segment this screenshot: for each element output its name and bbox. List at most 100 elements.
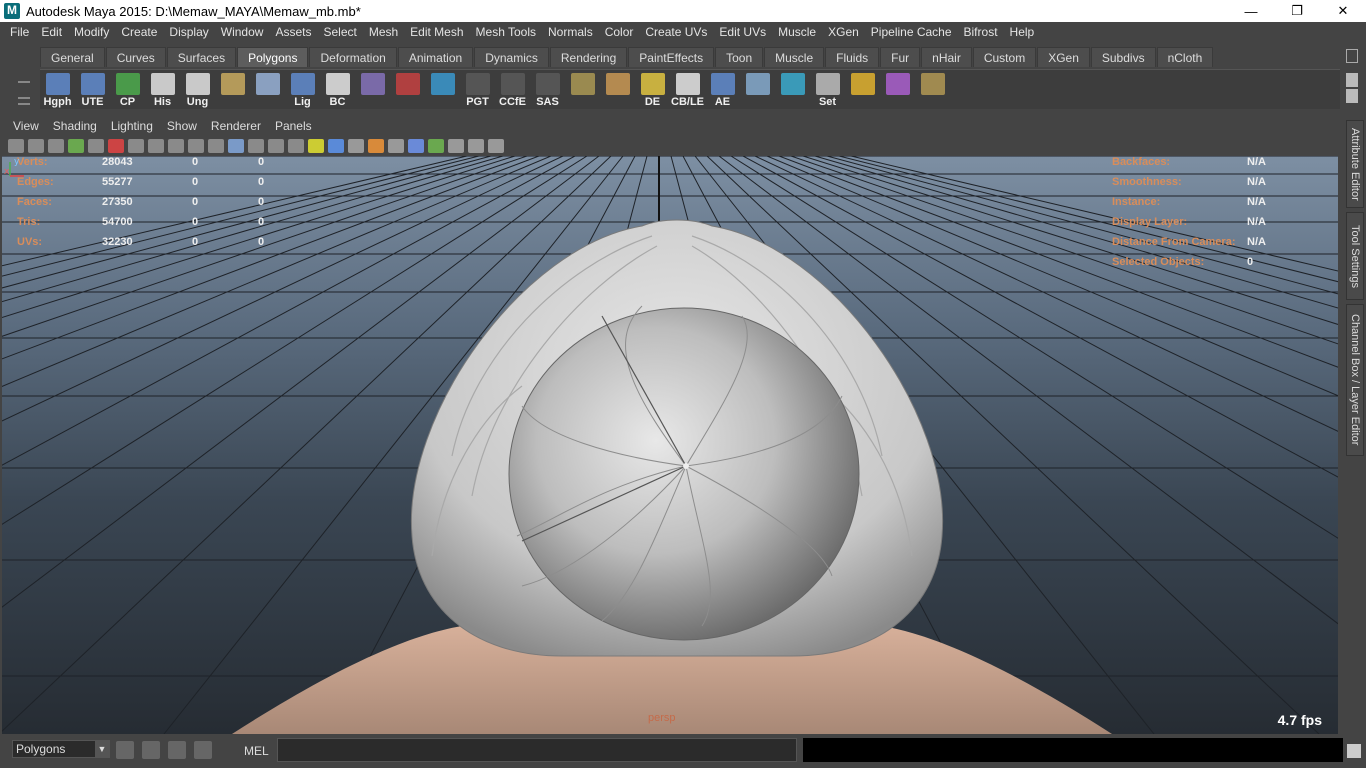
panel-menu-lighting[interactable]: Lighting — [104, 119, 160, 133]
shelf-tool-icon-15[interactable] — [565, 70, 600, 110]
panel-toolbar-button-icon[interactable] — [348, 139, 364, 153]
menu-pipeline-cache[interactable]: Pipeline Cache — [865, 22, 958, 43]
shelf-tool-icon-21[interactable] — [775, 70, 810, 110]
shelf-tool-bc[interactable]: BC — [320, 70, 355, 110]
tab-channel-box-layer-editor[interactable]: Channel Box / Layer Editor — [1346, 304, 1364, 456]
panel-toolbar-button-icon[interactable] — [188, 139, 204, 153]
shelf-tool-set[interactable]: Set — [810, 70, 845, 110]
panel-toolbar-button-icon[interactable] — [28, 139, 44, 153]
command-language-label[interactable]: MEL — [244, 744, 269, 758]
shelf-tab-nhair[interactable]: nHair — [921, 47, 972, 67]
shelf-tab-ncloth[interactable]: nCloth — [1156, 47, 1214, 67]
shelf-tab-xgen[interactable]: XGen — [1037, 47, 1090, 67]
shelf-tool-lig[interactable]: Lig — [285, 70, 320, 110]
menu-color[interactable]: Color — [599, 22, 640, 43]
shelf-tool-sas[interactable]: SAS — [530, 70, 565, 110]
panel-toolbar-button-icon[interactable] — [388, 139, 404, 153]
panel-toolbar-button-icon[interactable] — [228, 139, 244, 153]
panel-menu-renderer[interactable]: Renderer — [204, 119, 268, 133]
script-editor-button[interactable] — [1347, 744, 1361, 758]
shelf-tab-muscle[interactable]: Muscle — [764, 47, 825, 67]
menu-mesh-tools[interactable]: Mesh Tools — [470, 22, 542, 43]
menu-file[interactable]: File — [4, 22, 35, 43]
panel-menu-view[interactable]: View — [6, 119, 46, 133]
menu-edit-uvs[interactable]: Edit UVs — [713, 22, 772, 43]
panel-toolbar-button-icon[interactable] — [108, 139, 124, 153]
shelf-tab-painteffects[interactable]: PaintEffects — [628, 47, 715, 67]
menu-set-selector[interactable]: Polygons ▼ — [12, 740, 110, 758]
shelf-tool-de[interactable]: DE — [635, 70, 670, 110]
shelf-tab-subdivs[interactable]: Subdivs — [1090, 47, 1156, 67]
panel-menu-panels[interactable]: Panels — [268, 119, 319, 133]
menu-muscle[interactable]: Muscle — [772, 22, 822, 43]
tab-attribute-editor[interactable]: Attribute Editor — [1346, 120, 1364, 208]
panel-toolbar-button-icon[interactable] — [248, 139, 264, 153]
snap-tool-icon[interactable] — [116, 741, 134, 759]
shelf-tab-custom[interactable]: Custom — [972, 47, 1037, 67]
tab-tool-settings[interactable]: Tool Settings — [1346, 212, 1364, 300]
shelf-tool-ae[interactable]: AE — [705, 70, 740, 110]
menu-edit-mesh[interactable]: Edit Mesh — [404, 22, 469, 43]
shelf-tool-ute[interactable]: UTE — [75, 70, 110, 110]
shelf-tool-icon-20[interactable] — [740, 70, 775, 110]
shelf-scroll-arrows[interactable] — [1346, 73, 1358, 105]
panel-toolbar-button-icon[interactable] — [68, 139, 84, 153]
shelf-tab-fluids[interactable]: Fluids — [825, 47, 880, 67]
shelf-tool-icon-23[interactable] — [845, 70, 880, 110]
script-editor-toggle-icon[interactable] — [194, 741, 212, 759]
panel-toolbar-button-icon[interactable] — [488, 139, 504, 153]
menu-mesh[interactable]: Mesh — [363, 22, 404, 43]
shelf-tool-icon-9[interactable] — [355, 70, 390, 110]
shelf-tool-icon-25[interactable] — [915, 70, 950, 110]
shelf-scroll-up-icon[interactable] — [1346, 73, 1358, 87]
shelf-tab-polygons[interactable]: Polygons — [237, 47, 309, 67]
shelf-tab-rendering[interactable]: Rendering — [549, 47, 628, 67]
panel-toolbar-button-icon[interactable] — [328, 139, 344, 153]
panel-menu-shading[interactable]: Shading — [46, 119, 104, 133]
shelf-tool-his[interactable]: His — [145, 70, 180, 110]
panel-toolbar-button-icon[interactable] — [288, 139, 304, 153]
menu-bifrost[interactable]: Bifrost — [958, 22, 1004, 43]
shelf-scroll-down-icon[interactable] — [1346, 89, 1358, 103]
shelf-tool-icon-16[interactable] — [600, 70, 635, 110]
shelf-tab-deformation[interactable]: Deformation — [309, 47, 397, 67]
shelf-tool-icon-24[interactable] — [880, 70, 915, 110]
shelf-tab-surfaces[interactable]: Surfaces — [166, 47, 237, 67]
panel-toolbar-button-icon[interactable] — [48, 139, 64, 153]
menu-assets[interactable]: Assets — [269, 22, 317, 43]
shelf-tool-icon-6[interactable] — [250, 70, 285, 110]
shelf-tool-pgt[interactable]: PGT — [460, 70, 495, 110]
shelf-tab-curves[interactable]: Curves — [105, 47, 166, 67]
shelf-tool-cp[interactable]: CP — [110, 70, 145, 110]
shelf-tool-icon-11[interactable] — [425, 70, 460, 110]
shelf-tool-cb-le[interactable]: CB/LE — [670, 70, 705, 110]
panel-toolbar-button-icon[interactable] — [128, 139, 144, 153]
menu-window[interactable]: Window — [215, 22, 270, 43]
menu-edit[interactable]: Edit — [35, 22, 68, 43]
menu-normals[interactable]: Normals — [542, 22, 599, 43]
shelf-tool-icon-10[interactable] — [390, 70, 425, 110]
panel-toolbar-button-icon[interactable] — [208, 139, 224, 153]
shelf-tab-fur[interactable]: Fur — [880, 47, 921, 67]
shelf-tool-ccfe[interactable]: CCfE — [495, 70, 530, 110]
shelf-tab-animation[interactable]: Animation — [397, 47, 474, 67]
panel-toolbar-button-icon[interactable] — [88, 139, 104, 153]
menu-display[interactable]: Display — [163, 22, 214, 43]
shelf-trash-icon[interactable] — [1346, 49, 1358, 63]
close-button[interactable]: ✕ — [1320, 0, 1366, 22]
shelf-grip-handle[interactable] — [14, 51, 34, 111]
shelf-tool-icon-5[interactable] — [215, 70, 250, 110]
panel-toolbar-button-icon[interactable] — [8, 139, 24, 153]
hypershade-toggle-icon[interactable] — [142, 741, 160, 759]
shelf-tab-toon[interactable]: Toon — [715, 47, 764, 67]
panel-menu-show[interactable]: Show — [160, 119, 204, 133]
shelf-tab-general[interactable]: General — [40, 47, 105, 67]
panel-toolbar-button-icon[interactable] — [268, 139, 284, 153]
restore-button[interactable]: ❐ — [1274, 0, 1320, 22]
perspective-viewport[interactable]: Verts: 28043 0 0 Edges: 55277 0 0 Faces: 27350 0 0 T… — [2, 156, 1338, 734]
shelf-tab-dynamics[interactable]: Dynamics — [474, 47, 549, 67]
panel-toolbar-button-icon[interactable] — [428, 139, 444, 153]
minimize-button[interactable]: — — [1228, 0, 1274, 22]
menu-help[interactable]: Help — [1004, 22, 1041, 43]
panel-toolbar-button-icon[interactable] — [448, 139, 464, 153]
